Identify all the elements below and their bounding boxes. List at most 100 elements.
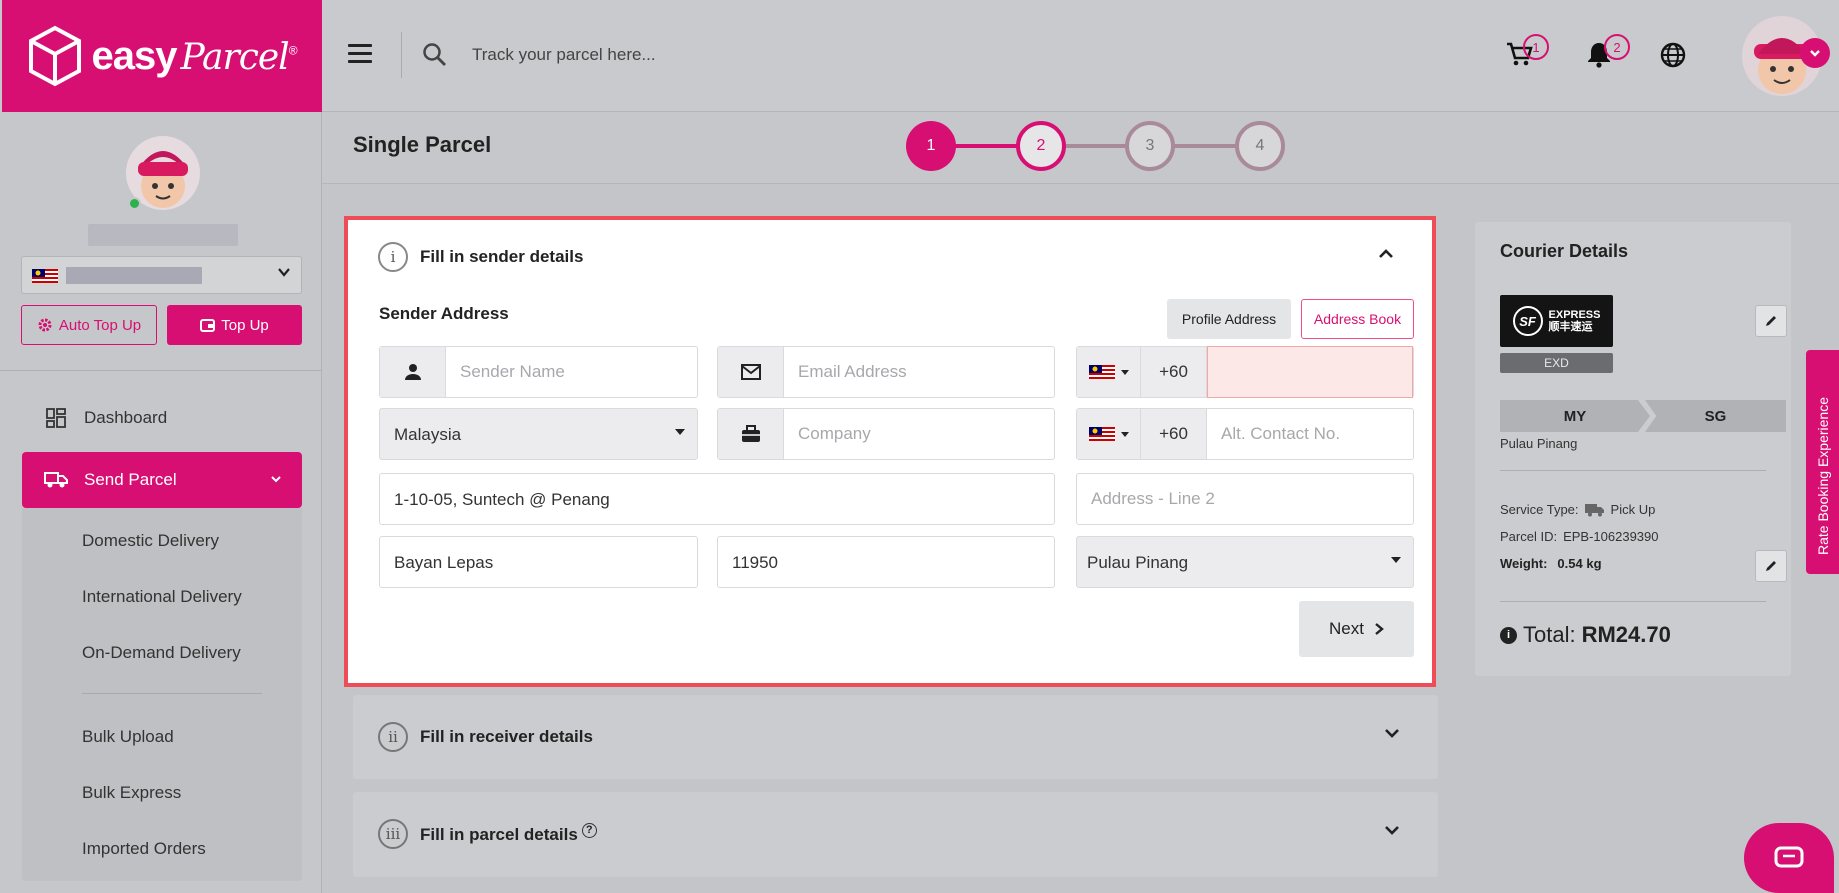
online-status-dot [128,197,141,210]
alt-phone-country-select[interactable] [1077,409,1141,459]
country-select[interactable]: Malaysia [379,408,698,460]
company-input[interactable] [784,409,1054,459]
sidebar-item-on-demand-delivery[interactable]: On-Demand Delivery [82,643,241,663]
courier-divider [1500,601,1766,602]
auto-top-up-button[interactable]: Auto Top Up [21,305,157,345]
step-3[interactable]: 3 [1125,121,1175,171]
chevron-down-icon [270,473,282,488]
briefcase-icon [718,409,784,459]
city-field[interactable]: Bayan Lepas [379,536,698,588]
alt-contact-input[interactable] [1207,409,1413,459]
sidebar-item-dashboard[interactable]: Dashboard [22,390,302,446]
receiver-details-card[interactable]: ii Fill in receiver details [353,695,1438,779]
malaysia-flag-icon [1088,365,1115,379]
send-parcel-submenu: Domestic Delivery International Delivery… [22,508,302,881]
section-number: iii [378,819,408,849]
top-up-label: Top Up [221,316,269,334]
edit-parcel-button[interactable] [1755,550,1787,582]
next-label: Next [1329,619,1364,638]
gear-icon [38,318,52,332]
sidebar: easy Parcel® Auto Top Up Top Up Dashboar… [0,0,322,893]
weight-row: Weight: 0.54 kg [1500,556,1602,571]
globe-icon[interactable] [1660,42,1686,68]
company-field [717,408,1055,460]
origin-country: MY [1500,400,1650,432]
city-value: Bayan Lepas [394,553,494,572]
profile-address-button[interactable]: Profile Address [1167,299,1291,339]
help-question-icon[interactable]: ? [581,822,597,838]
sidebar-item-label: Dashboard [84,408,168,427]
state-value: Pulau Pinang [1087,553,1189,572]
courier-details-title: Courier Details [1500,241,1629,261]
state-select[interactable]: Pulau Pinang [1076,536,1414,588]
section-title: Fill in sender details [420,247,584,266]
next-button[interactable]: Next [1299,601,1414,657]
sidebar-item-bulk-express[interactable]: Bulk Express [82,783,181,803]
address-line-2-input[interactable] [1077,474,1413,524]
edit-courier-button[interactable] [1755,305,1787,337]
sidebar-item-label: Send Parcel [84,470,177,489]
stepper-connector [954,144,1018,148]
sender-name-field [379,346,698,398]
address-line-1-field[interactable]: 1-10-05, Suntech @ Penang [379,473,1055,525]
destination-country: SG [1645,400,1786,432]
account-selector[interactable] [21,256,302,294]
parcel-section-header[interactable]: iii Fill in parcel details? [378,819,597,849]
chevron-up-icon[interactable] [1378,248,1394,260]
total-price: i Total: RM24.70 [1500,622,1671,648]
stepper-connector [1064,144,1127,148]
hamburger-menu-icon[interactable] [348,44,372,64]
address-book-button[interactable]: Address Book [1301,299,1414,339]
origin-state: Pulau Pinang [1500,436,1578,451]
top-bar: 1 2 [322,0,1839,112]
chevron-down-icon[interactable] [1384,824,1400,836]
stepper-connector [1173,144,1237,148]
brand-logo[interactable]: easy Parcel® [2,0,322,112]
email-field [717,346,1055,398]
track-parcel-search-input[interactable] [472,38,972,72]
phone-number-input[interactable] [1207,346,1413,398]
sidebar-item-international-delivery[interactable]: International Delivery [82,587,242,607]
step-4[interactable]: 4 [1235,121,1285,171]
route-indicator: MY SG [1500,400,1786,432]
sidebar-item-send-parcel[interactable]: Send Parcel [22,452,302,508]
top-up-button[interactable]: Top Up [167,305,302,345]
receiver-section-header[interactable]: ii Fill in receiver details [378,722,593,752]
sidebar-item-bulk-upload[interactable]: Bulk Upload [82,727,174,747]
alt-phone-field: +60 [1076,408,1414,460]
malaysia-flag-icon [1088,427,1115,441]
wallet-icon [200,318,216,332]
phone-country-select[interactable] [1077,347,1141,397]
section-number: i [378,242,408,272]
caret-down-icon [1391,557,1401,563]
sidebar-item-domestic-delivery[interactable]: Domestic Delivery [82,531,219,551]
section-title: Fill in receiver details [420,727,593,746]
parcel-details-card[interactable]: iii Fill in parcel details? [353,792,1438,877]
courier-details-panel: Courier Details SF EXPRESS 顺丰速运 EXD MY SG… [1475,222,1791,676]
info-icon: i [1500,626,1517,644]
sender-name-input[interactable] [446,347,696,397]
malaysia-flag-icon [32,269,58,283]
auto-top-up-label: Auto Top Up [58,316,142,334]
service-code-badge: EXD [1500,353,1613,373]
chevron-down-icon [277,265,291,284]
sidebar-item-imported-orders[interactable]: Imported Orders [82,839,206,859]
sf-express-logo: SF EXPRESS 顺丰速运 [1500,295,1613,347]
address-line-2-field [1076,473,1414,525]
step-2[interactable]: 2 [1016,121,1066,171]
postcode-field[interactable]: 11950 [717,536,1055,588]
user-name-redacted [88,224,238,246]
chevron-down-icon[interactable] [1384,727,1400,739]
profile-menu-chevron-icon[interactable] [1800,38,1830,68]
account-balance-redacted [66,267,202,284]
rate-booking-experience-tab[interactable]: Rate Booking Experience [1806,350,1839,574]
email-input[interactable] [784,347,1054,397]
caret-down-icon [1120,369,1129,375]
brand-wordmark: easy Parcel® [91,33,297,78]
notification-count-badge: 2 [1604,34,1630,60]
step-1[interactable]: 1 [906,121,956,171]
envelope-icon [718,347,784,397]
sender-section-header[interactable]: i Fill in sender details [378,242,583,272]
truck-icon [44,471,68,489]
chat-support-button[interactable] [1744,823,1834,893]
